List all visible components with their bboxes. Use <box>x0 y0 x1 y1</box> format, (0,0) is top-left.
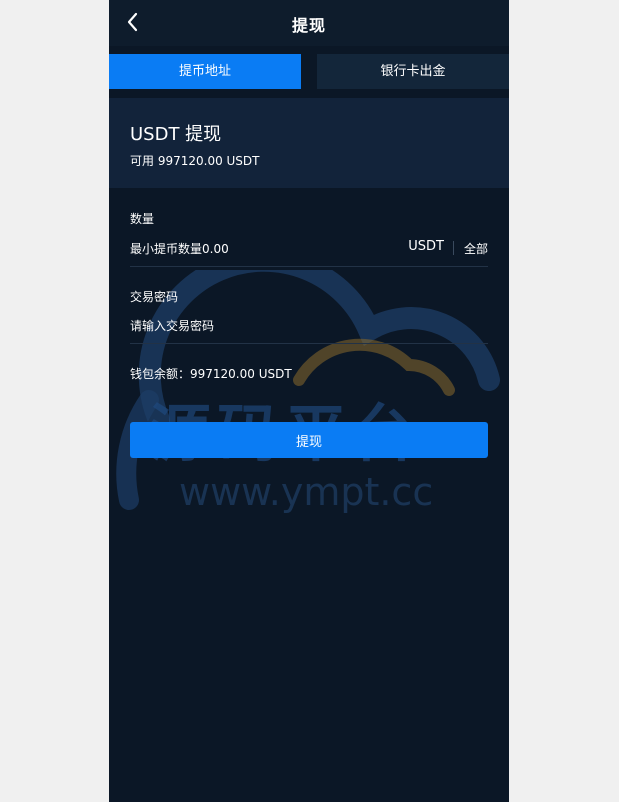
watermark-logo: 源码平台 www.ympt.cc <box>116 270 500 514</box>
amount-unit: USDT <box>408 239 444 254</box>
withdraw-button[interactable]: 提现 <box>130 422 488 458</box>
password-input[interactable] <box>130 315 380 337</box>
divider <box>453 241 454 255</box>
amount-label: 数量 <box>130 212 155 226</box>
amount-input[interactable] <box>130 238 380 260</box>
withdraw-card: USDT 提现 可用 997120.00 USDT <box>109 98 509 188</box>
amount-row: USDT 全部 <box>130 238 488 267</box>
card-title: USDT 提现 <box>130 124 222 145</box>
watermark-url: www.ympt.cc <box>179 470 433 514</box>
password-label: 交易密码 <box>130 290 179 304</box>
tab-bank-card[interactable]: 银行卡出金 <box>317 54 509 89</box>
page-title: 提现 <box>291 16 326 35</box>
tab-bar: 提币地址 银行卡出金 <box>109 54 509 90</box>
header-bar: 提现 <box>109 0 509 46</box>
password-row <box>130 315 488 344</box>
phone-screen: 提现 提币地址 银行卡出金 USDT 提现 可用 997120.00 USDT … <box>109 0 509 802</box>
tab-address[interactable]: 提币地址 <box>109 54 301 89</box>
all-button[interactable]: 全部 <box>464 240 488 257</box>
wallet-balance: 钱包余额：997120.00 USDT <box>130 367 292 381</box>
available-balance: 可用 997120.00 USDT <box>130 154 260 168</box>
